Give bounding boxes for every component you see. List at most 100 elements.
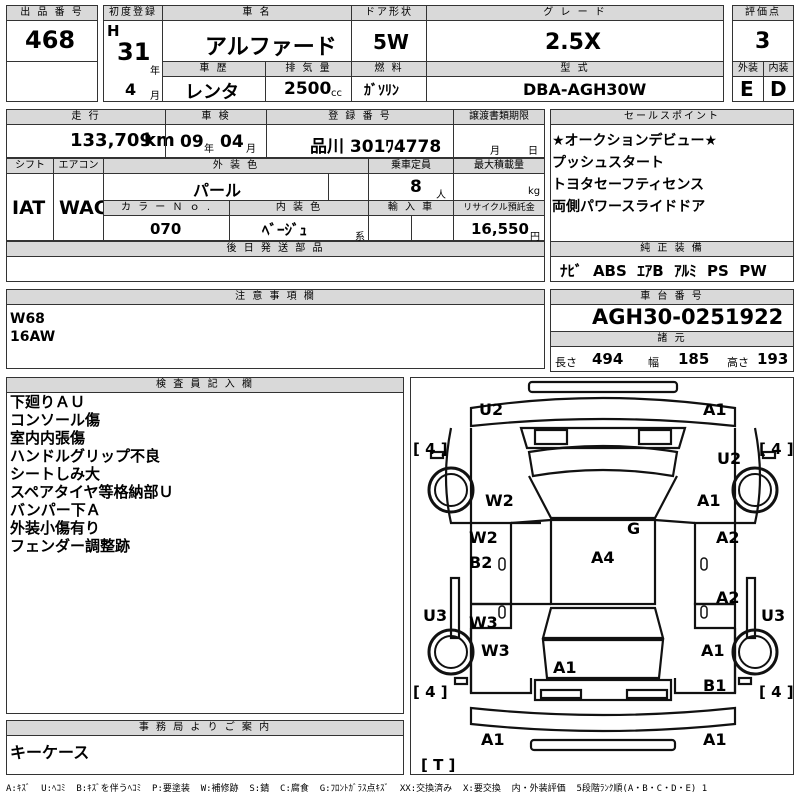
insp-line: 室内内張傷: [10, 429, 86, 447]
specs-label: 諸 元: [550, 331, 794, 347]
transfer-month-unit: 月: [490, 146, 500, 157]
hgt-label: 高さ: [727, 356, 749, 369]
history-label: 車 歴: [162, 61, 266, 77]
inspector-notes: 下廻りＡＵ コンソール傷 室内内張傷 ハンドルグリップ不良 シートしみ大 スペア…: [10, 393, 174, 555]
interior-color: ﾍﾞｰｼﾞｭ: [262, 221, 308, 239]
damage-mark: W3: [481, 641, 510, 660]
load-unit: kg: [528, 186, 541, 197]
damage-mark: A2: [716, 588, 740, 607]
height: 193: [757, 350, 789, 368]
grade: 2.5X: [545, 30, 601, 55]
insp-line: バンパー下Ａ: [10, 501, 101, 519]
later-label: 後 日 発 送 部 品: [6, 241, 545, 257]
tire-tread-front-left: [ 4 ]: [413, 440, 448, 458]
reg-month: 4: [125, 80, 137, 99]
int-score: D: [770, 77, 787, 101]
damage-mark: A1: [697, 491, 721, 510]
tire-tread-front-right: [ 4 ]: [759, 440, 794, 458]
first-reg-label: 初度登録: [103, 5, 163, 21]
interior-label: 内 装 色: [229, 200, 369, 216]
ac-label: エアコン: [53, 158, 104, 174]
tire-tread-rear-right: [ 4 ]: [759, 683, 794, 701]
door-label: ドア形状: [351, 5, 427, 21]
disp-unit: cc: [331, 88, 342, 99]
ext-score: E: [740, 77, 754, 101]
load-label: 最大積載量: [453, 158, 545, 174]
inspector-label: 検 査 員 記 入 欄: [6, 377, 404, 393]
model-code: DBA-AGH30W: [523, 80, 647, 99]
fuel-label: 燃 料: [351, 61, 427, 77]
int-label: 内装: [763, 61, 794, 77]
capacity-label: 乗車定員: [368, 158, 454, 174]
tire-value: 4: [771, 440, 782, 458]
recycle-label: リサイクル預託金: [453, 200, 545, 216]
colorno-label: カ ラ ー Ｎ ｏ .: [103, 200, 230, 216]
car-name: アルファード: [205, 35, 337, 60]
damage-mark: A4: [591, 548, 615, 567]
transfer-day-unit: 日: [528, 146, 538, 157]
tire-tread-spare: [ T ]: [421, 756, 456, 774]
width: 185: [678, 350, 710, 368]
damage-mark: A2: [716, 528, 740, 547]
import-label: 輸 入 車: [368, 200, 454, 216]
insp-month-unit: 月: [246, 144, 256, 155]
displacement: 2500: [284, 79, 332, 99]
sales-line: ★オークションデビュー★: [552, 133, 718, 149]
damage-mark: A1: [703, 400, 727, 419]
reg-year: 31: [117, 38, 151, 66]
inspection-label: 車 検: [165, 109, 267, 125]
damage-mark: A1: [481, 730, 505, 749]
tire-value: 4: [425, 440, 436, 458]
notes-label: 注 意 事 項 欄: [6, 289, 545, 305]
sales-points: ★オークションデビュー★ プッシュスタート トヨタセーフティセンス 両側パワース…: [552, 130, 717, 218]
recycle-fee: 16,550: [471, 220, 529, 238]
notes: W68 16AW: [10, 310, 55, 346]
office-label: 事 務 局 よ り ご 案 内: [6, 720, 404, 736]
car-diagram: U2 A1 U2 W2 A1 G W2 A2 B2 A4 A2 U3 W3 U3…: [410, 377, 794, 775]
sales-line: プッシュスタート: [552, 155, 664, 171]
import-sub: [411, 215, 454, 241]
office-note: キーケース: [10, 743, 90, 762]
color-sub: [328, 173, 369, 201]
score-label: 評価点: [732, 5, 794, 21]
lot-number: 468: [25, 26, 76, 54]
legend: A:ｷｽﾞ U:ﾍｺﾐ B:ｷｽﾞを伴うﾍｺﾐ P:要塗装 W:補修跡 S:錆 …: [6, 784, 708, 794]
equipment: ﾅﾋﾞ ABS ｴｱB ｱﾙﾐ PS PW: [560, 262, 767, 280]
car-outline-svg: [427, 380, 779, 752]
insp-line: コンソール傷: [10, 411, 101, 429]
shift-label: シフト: [6, 158, 54, 174]
ext-label: 外装: [732, 61, 764, 77]
damage-mark: W3: [469, 613, 498, 632]
insp-line: ハンドルグリップ不良: [10, 447, 161, 465]
shift: IAT: [12, 197, 46, 219]
fuel: ｶﾞｿﾘﾝ: [364, 83, 399, 99]
later-cell: [6, 256, 545, 282]
grade-label: グ レ ー ド: [426, 5, 724, 21]
length: 494: [592, 350, 624, 368]
door-type: 5W: [373, 30, 409, 54]
color-number: 070: [150, 220, 182, 238]
damage-mark: U3: [423, 606, 448, 625]
damage-mark: U3: [761, 606, 786, 625]
year-unit: 年: [150, 66, 160, 77]
damage-mark: U2: [717, 449, 742, 468]
name-label: 車 名: [162, 5, 352, 21]
capacity-unit: 人: [436, 190, 446, 201]
ac: WAC: [59, 197, 108, 219]
wid-label: 幅: [648, 356, 659, 369]
transfer-label: 譲渡書類期限: [453, 109, 545, 125]
insp-month: 04: [220, 132, 244, 152]
tire-value: T: [433, 756, 444, 774]
equipment-label: 純 正 装 備: [550, 241, 794, 257]
disp-label: 排 気 量: [265, 61, 352, 77]
damage-mark: A1: [703, 730, 727, 749]
tire-value: 4: [771, 683, 782, 701]
chassis-label: 車 台 番 号: [550, 289, 794, 305]
damage-mark: W2: [485, 491, 514, 510]
color-label: 外 装 色: [103, 158, 369, 174]
insp-line: 下廻りＡＵ: [10, 393, 86, 411]
insp-line: 外装小傷有り: [10, 519, 101, 537]
damage-mark: B1: [703, 676, 727, 695]
notes-cell: [6, 304, 545, 369]
note-line: W68: [10, 311, 45, 327]
